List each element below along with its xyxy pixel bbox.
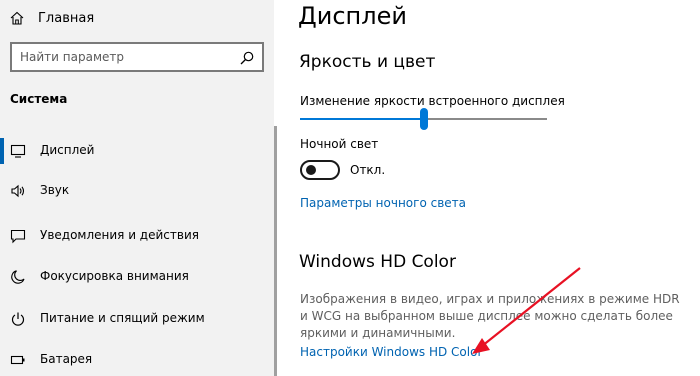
sidebar-item-label: Уведомления и действия bbox=[40, 228, 199, 242]
sidebar-item-label: Звук bbox=[40, 183, 70, 197]
sidebar-item-notifications[interactable]: Уведомления и действия bbox=[0, 223, 270, 249]
sidebar-scrollbar[interactable] bbox=[274, 126, 277, 376]
brightness-heading: Яркость и цвет bbox=[299, 52, 436, 72]
notification-icon bbox=[10, 228, 26, 244]
moon-icon bbox=[10, 269, 26, 285]
brightness-slider[interactable] bbox=[300, 108, 547, 130]
sidebar-item-focus[interactable]: Фокусировка внимания bbox=[0, 264, 270, 290]
brightness-slider-label: Изменение яркости встроенного дисплея bbox=[300, 94, 565, 108]
monitor-icon bbox=[10, 143, 26, 159]
sidebar-item-label: Фокусировка внимания bbox=[40, 269, 189, 283]
speaker-icon bbox=[10, 183, 26, 199]
sidebar-item-power[interactable]: Питание и спящий режим bbox=[0, 306, 270, 332]
battery-icon bbox=[10, 352, 26, 368]
home-label: Главная bbox=[38, 10, 95, 26]
night-light-state: Откл. bbox=[350, 163, 386, 177]
search-icon[interactable] bbox=[240, 50, 254, 69]
section-title: Система bbox=[10, 92, 68, 106]
night-light-settings-link[interactable]: Параметры ночного света bbox=[300, 196, 466, 210]
brightness-slider-thumb[interactable] bbox=[420, 108, 428, 130]
annotation-arrow bbox=[472, 267, 581, 354]
search-box[interactable] bbox=[10, 42, 264, 72]
selection-indicator bbox=[0, 138, 4, 164]
page-title: Дисплей bbox=[298, 2, 407, 30]
sidebar-item-label: Дисплей bbox=[40, 143, 95, 157]
night-light-label: Ночной свет bbox=[300, 137, 379, 151]
sidebar-item-sound[interactable]: Звук bbox=[0, 178, 270, 204]
toggle-knob bbox=[306, 165, 316, 175]
power-icon bbox=[10, 311, 26, 327]
hd-color-settings-link[interactable]: Настройки Windows HD Color bbox=[300, 345, 482, 359]
sidebar-item-display[interactable]: Дисплей bbox=[0, 138, 270, 164]
sidebar: Главная Система Дисплей bbox=[0, 0, 274, 376]
search-input[interactable] bbox=[12, 49, 232, 65]
sidebar-item-label: Питание и спящий режим bbox=[40, 311, 205, 325]
hd-color-heading: Windows HD Color bbox=[299, 252, 456, 272]
night-light-toggle[interactable] bbox=[300, 160, 340, 180]
brightness-slider-fill bbox=[300, 118, 424, 120]
sidebar-item-label: Батарея bbox=[40, 352, 93, 366]
sidebar-item-battery[interactable]: Батарея bbox=[0, 347, 270, 373]
home-icon bbox=[9, 10, 25, 26]
home-button[interactable]: Главная bbox=[9, 9, 94, 27]
